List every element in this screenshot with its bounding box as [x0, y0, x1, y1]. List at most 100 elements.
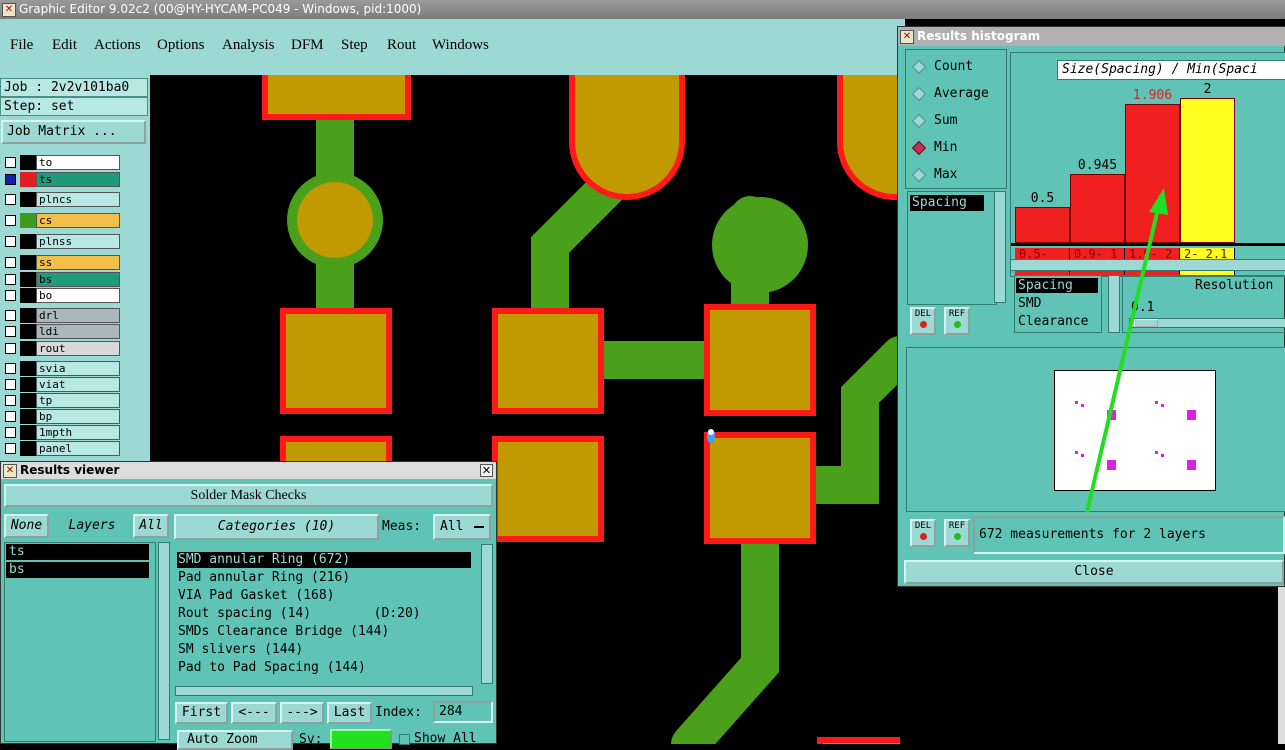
layer-row-plnss[interactable]: plnss [2, 234, 120, 249]
layer-row-drl[interactable]: drl [2, 308, 120, 323]
layer-row-1mpth[interactable]: 1mpth [2, 425, 120, 440]
layer-item-ts[interactable]: ts [6, 544, 149, 560]
layer-row-ts[interactable]: ts [2, 172, 120, 187]
mode-count-option[interactable]: Count [911, 59, 974, 74]
layer-checkbox[interactable] [5, 194, 16, 205]
layer-checkbox[interactable] [5, 411, 16, 422]
type-scrollbar[interactable] [1108, 275, 1120, 333]
sv-color-selector[interactable] [330, 729, 392, 749]
ref-button-2[interactable]: REF [944, 519, 970, 547]
menu-options[interactable]: Options [157, 37, 205, 54]
meas-dropdown[interactable]: All [433, 514, 491, 540]
mode-label: Min [934, 140, 958, 155]
layer-checkbox[interactable] [5, 395, 16, 406]
layer-row-cs[interactable]: cs [2, 213, 120, 228]
layer-row-bo[interactable]: bo [2, 288, 120, 303]
layer-row-tp[interactable]: tp [2, 393, 120, 408]
layer-checkbox[interactable] [5, 310, 16, 321]
layer-row-panel[interactable]: panel [2, 441, 120, 456]
type-item-spacing[interactable]: Spacing [1016, 278, 1098, 293]
layer-checkbox[interactable] [5, 274, 16, 285]
auto-zoom-dropdown[interactable]: Auto Zoom [177, 730, 293, 750]
menu-rout[interactable]: Rout [387, 37, 416, 54]
slider-thumb[interactable] [1134, 319, 1158, 327]
mode-max-option[interactable]: Max [911, 167, 957, 182]
category-item[interactable]: SMD annular Ring (672) [177, 552, 471, 568]
menu-windows[interactable]: Windows [432, 37, 489, 54]
layers-all-button[interactable]: All [133, 514, 169, 538]
layer-color-swatch [20, 234, 36, 249]
next-button[interactable]: ---> [280, 702, 324, 724]
layer-row-ss[interactable]: ss [2, 255, 120, 270]
last-button[interactable]: Last [327, 702, 372, 724]
layer-row-plncs[interactable]: plncs [2, 192, 120, 207]
del-button[interactable]: DEL [910, 307, 936, 335]
layer-checkbox[interactable] [5, 326, 16, 337]
layer-color-swatch [20, 324, 36, 339]
type-item-smd[interactable]: SMD [1016, 296, 1098, 311]
layer-checkbox[interactable] [5, 257, 16, 268]
histogram-bar[interactable] [1015, 207, 1070, 243]
layer-row-bs[interactable]: bs [2, 272, 120, 287]
layer-checkbox[interactable] [5, 343, 16, 354]
categories-hscrollbar[interactable] [175, 686, 473, 696]
layers-none-button[interactable]: None [4, 514, 49, 538]
layer-checkbox[interactable] [5, 157, 16, 168]
layer-row-to[interactable]: to [2, 155, 120, 170]
menu-actions[interactable]: Actions [94, 37, 141, 54]
category-item[interactable]: Pad to Pad Spacing (144) [177, 660, 471, 676]
prev-button[interactable]: <--- [231, 702, 277, 724]
canvas-scrollbar[interactable] [1278, 587, 1285, 744]
menu-analysis[interactable]: Analysis [222, 37, 275, 54]
first-button[interactable]: First [175, 702, 228, 724]
index-input[interactable]: 284 [433, 701, 493, 723]
mode-average-option[interactable]: Average [911, 86, 989, 101]
category-item[interactable]: VIA Pad Gasket (168) [177, 588, 471, 604]
mode-label: Count [934, 59, 974, 74]
attribute-scrollbar[interactable] [994, 191, 1006, 303]
mode-min-option[interactable]: Min [911, 140, 958, 155]
category-item[interactable]: Rout spacing (14) (D:20) [177, 606, 471, 622]
layer-checkbox[interactable] [5, 236, 16, 247]
close-button[interactable]: Close [904, 560, 1284, 584]
layer-row-bp[interactable]: bp [2, 409, 120, 424]
histogram-bar[interactable] [1070, 174, 1125, 243]
ref-button[interactable]: REF [944, 307, 970, 335]
layer-item-bs[interactable]: bs [6, 562, 149, 578]
layer-row-svia[interactable]: svia [2, 361, 120, 376]
layer-name: drl [36, 308, 120, 323]
attribute-item-spacing[interactable]: Spacing [910, 195, 984, 211]
cursor-marker-highlight [708, 429, 714, 435]
layer-checkbox[interactable] [5, 427, 16, 438]
layer-checkbox[interactable] [5, 443, 16, 454]
layers-scrollbar[interactable] [158, 542, 170, 740]
layer-checkbox[interactable] [5, 379, 16, 390]
close-icon[interactable]: ✕ [480, 464, 493, 477]
job-matrix-button[interactable]: Job Matrix ... [1, 120, 146, 144]
layer-checkbox[interactable] [5, 290, 16, 301]
show-all-checkbox[interactable] [399, 734, 410, 745]
histogram-bar[interactable] [1180, 98, 1235, 243]
categories-list: SMD annular Ring (672) Pad annular Ring (… [175, 544, 480, 684]
menu-file[interactable]: File [10, 37, 33, 54]
categories-scrollbar[interactable] [481, 544, 493, 684]
layer-checkbox[interactable] [5, 174, 16, 185]
resolution-slider[interactable] [1129, 318, 1285, 328]
layer-checkbox[interactable] [5, 363, 16, 374]
histogram-bar[interactable] [1125, 104, 1180, 243]
mode-sum-option[interactable]: Sum [911, 113, 957, 128]
menu-edit[interactable]: Edit [52, 37, 77, 54]
chart-hscrollbar[interactable] [1010, 259, 1285, 271]
layer-checkbox[interactable] [5, 215, 16, 226]
category-item[interactable]: SMDs Clearance Bridge (144) [177, 624, 471, 640]
menu-dfm[interactable]: DFM [291, 37, 324, 54]
del-label: DEL [914, 309, 932, 319]
category-item[interactable]: SM slivers (144) [177, 642, 471, 658]
layer-row-viat[interactable]: viat [2, 377, 120, 392]
layer-row-ldi[interactable]: ldi [2, 324, 120, 339]
del-button-2[interactable]: DEL [910, 519, 936, 547]
type-item-clearance[interactable]: Clearance [1016, 314, 1098, 329]
layer-row-rout[interactable]: rout [2, 341, 120, 356]
category-item[interactable]: Pad annular Ring (216) [177, 570, 471, 586]
menu-step[interactable]: Step [341, 37, 368, 54]
